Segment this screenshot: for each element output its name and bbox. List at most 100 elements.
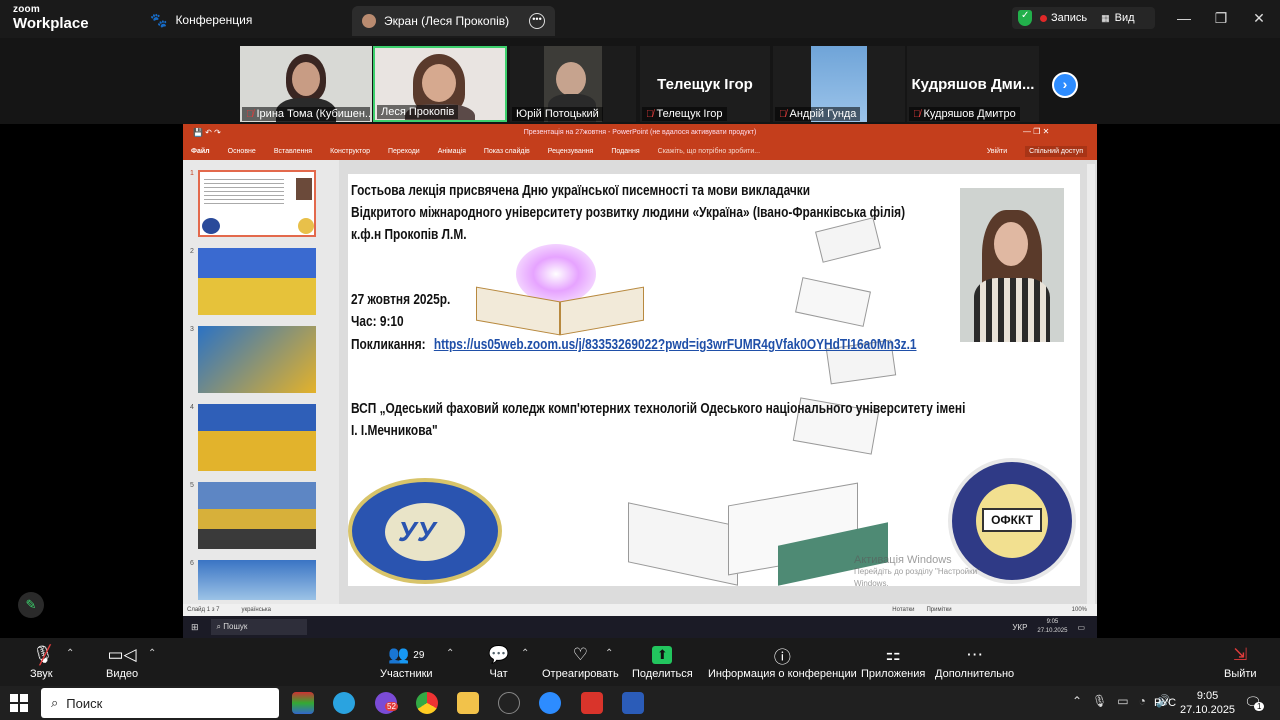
shared-screen: Презентація на 27жовтня - PowerPoint (не… xyxy=(183,124,1097,638)
slide-college-line1: ВСП „Одеський фаховий коледж комп'ютерни… xyxy=(351,401,966,417)
more-options-icon[interactable]: ••• xyxy=(529,13,545,29)
participant-name: Телещук Ігор xyxy=(656,108,723,120)
video-button[interactable]: ▭◁ Видео xyxy=(106,644,138,680)
open-book-image xyxy=(476,244,646,336)
pp-tab: Подання xyxy=(611,147,640,155)
chat-button[interactable]: 💬 Чат xyxy=(488,644,509,680)
powerpoint-titlebar: Презентація на 27жовтня - PowerPoint (не… xyxy=(183,124,1097,142)
pp-share: Спільний доступ xyxy=(1025,145,1087,157)
slide-heading-line3: к.ф.н Прокопів Л.М. xyxy=(351,227,467,243)
pp-tab: Анімація xyxy=(437,147,466,155)
more-button[interactable]: ⋯ Дополнительно xyxy=(935,644,1014,680)
video-options-caret-icon[interactable]: ⌃ xyxy=(148,648,156,659)
pp-tab: Переходи xyxy=(387,147,420,155)
search-icon: ⌕ xyxy=(51,695,59,710)
powerpoint-ribbon: Файл Основне Вставлення Конструктор Пере… xyxy=(183,142,1097,160)
pp-tab: Конструктор xyxy=(330,147,370,155)
zoom-workplace-logo: zoom Workplace xyxy=(13,4,89,32)
security-shield-icon xyxy=(1018,10,1032,26)
pp-tab: Вставлення xyxy=(273,147,313,155)
pp-tab: Основне xyxy=(227,147,256,155)
close-icon[interactable]: ✕ xyxy=(1249,8,1269,28)
zoom-app-icon[interactable] xyxy=(539,692,561,714)
slide-thumb-1 xyxy=(198,170,316,237)
windows-start-icon[interactable] xyxy=(10,694,28,712)
participant-name: Леся Прокопів xyxy=(381,106,455,118)
share-arrow-icon: ⬆ xyxy=(652,646,673,664)
tab-conference[interactable]: 🐾 Конференция xyxy=(140,6,262,34)
input-language[interactable]: РУС xyxy=(1154,697,1176,709)
participant-tile[interactable]: 🎙̸ Ірина Тома (Кубишен... xyxy=(240,46,372,122)
annotate-pencil-icon[interactable]: ✎ xyxy=(18,592,44,618)
remote-notification-icon: ▭ xyxy=(1077,622,1085,632)
taskbar-search-box[interactable]: ⌕ Поиск xyxy=(41,688,279,718)
snipping-tool-icon[interactable] xyxy=(498,692,520,714)
react-caret-icon[interactable]: ⌃ xyxy=(605,648,613,659)
chat-icon: 💬 xyxy=(488,645,510,664)
pp-tab: Файл xyxy=(191,147,210,155)
chrome-app-icon[interactable] xyxy=(416,692,438,714)
participant-name: Кудряшов Дмитро xyxy=(923,108,1016,120)
slide-date: 27 жовтня 2025р. xyxy=(351,292,451,308)
mic-muted-icon: 🎙̸ xyxy=(779,108,787,120)
participant-tile[interactable]: Кудряшов Дми... 🎙̸ Кудряшов Дмитро xyxy=(907,46,1039,122)
mic-muted-icon: 🎙 ╱ xyxy=(32,644,54,665)
participant-tile[interactable]: Юрій Потоцький xyxy=(510,46,636,122)
pp-tell-me: Скажіть, що потрібно зробити... xyxy=(657,147,761,155)
view-grid-icon: ▦ xyxy=(1101,12,1110,23)
slide-heading-line2: Відкритого міжнародного університету роз… xyxy=(351,205,906,221)
pp-tab: Показ слайдів xyxy=(483,147,530,155)
taskbar-clock[interactable]: 9:05 27.10.2025 xyxy=(1180,689,1235,717)
participant-name: Андрій Гунда xyxy=(789,108,857,120)
participants-button[interactable]: 👥 29 Участники xyxy=(380,644,433,680)
notification-center-icon[interactable]: 🗨 1 xyxy=(1244,694,1265,711)
tab-screen-share[interactable]: Экран (Леся Прокопів) ••• xyxy=(352,6,555,36)
word-app-icon[interactable] xyxy=(622,692,644,714)
participant-tile[interactable]: Телещук Ігор 🎙̸ Телещук Ігор xyxy=(640,46,770,122)
slides-panel: 1 2 3 4 5 6 xyxy=(183,160,339,604)
audio-button[interactable]: 🎙 ╱ Звук xyxy=(30,644,54,681)
telegram-app-icon[interactable] xyxy=(333,692,355,714)
recording-indicator[interactable]: Запись ▦ Вид xyxy=(1012,7,1155,29)
slide-thumb-4 xyxy=(198,404,316,471)
camera-icon: ▭◁ xyxy=(107,645,137,664)
minimize-icon[interactable]: — xyxy=(1174,8,1194,28)
mic-muted-icon: 🎙̸ xyxy=(246,108,254,120)
participant-big-name: Кудряшов Дми... xyxy=(911,76,1035,93)
meeting-info-button[interactable]: ⓘ Информация о конференции xyxy=(708,644,857,681)
participant-name: Юрій Потоцький xyxy=(516,108,599,120)
apps-button[interactable]: ⚏ Приложения xyxy=(861,644,925,680)
participant-tile[interactable]: 🎙̸ Андрій Гунда xyxy=(773,46,905,122)
maximize-icon[interactable]: ❐ xyxy=(1211,8,1231,28)
viber-unread-badge: 52 xyxy=(385,702,398,711)
slide-link-row: Покликання: https://us05web.zoom.us/j/83… xyxy=(351,334,917,356)
file-explorer-icon[interactable] xyxy=(457,692,479,714)
college-logo-text: ОФККТ xyxy=(982,508,1042,532)
next-page-arrow-icon[interactable]: › xyxy=(1052,72,1078,98)
view-button[interactable]: ▦ Вид xyxy=(1101,12,1134,24)
wps-app-icon[interactable] xyxy=(581,692,603,714)
share-screen-button[interactable]: ⬆ Поделиться xyxy=(632,644,693,680)
leave-button[interactable]: ⇲ Выйти xyxy=(1224,644,1257,680)
participant-big-name: Телещук Ігор xyxy=(657,76,753,93)
audio-options-caret-icon[interactable]: ⌃ xyxy=(66,648,74,659)
pp-signin: Увійти xyxy=(986,147,1008,155)
participants-caret-icon[interactable]: ⌃ xyxy=(446,648,454,659)
zoom-meeting-link[interactable]: https://us05web.zoom.us/j/83353269022?pw… xyxy=(434,337,917,353)
remote-search: ⌕ Пошук xyxy=(210,619,308,635)
leave-door-icon: ⇲ xyxy=(1233,645,1248,664)
participant-name: Ірина Тома (Кубишен... xyxy=(256,108,371,120)
tab-screen-label: Экран (Леся Прокопів) xyxy=(384,14,510,28)
presenter-avatar xyxy=(362,14,376,28)
mic-muted-icon: 🎙̸ xyxy=(646,108,654,120)
winrar-app-icon[interactable] xyxy=(292,692,314,714)
viber-app-icon[interactable]: 52 xyxy=(375,692,398,714)
tab-conference-label: Конференция xyxy=(175,13,253,27)
recording-label: Запись xyxy=(1051,12,1088,24)
lecturer-portrait xyxy=(960,188,1064,342)
chat-caret-icon[interactable]: ⌃ xyxy=(521,648,529,659)
participant-tile-active-speaker[interactable]: Леся Прокопів xyxy=(373,46,507,122)
slide-heading-line1: Гостьова лекція присвячена Дню українськ… xyxy=(351,183,811,199)
slide-scrollbar[interactable] xyxy=(1087,164,1095,604)
pp-tab: Рецензування xyxy=(547,147,594,155)
